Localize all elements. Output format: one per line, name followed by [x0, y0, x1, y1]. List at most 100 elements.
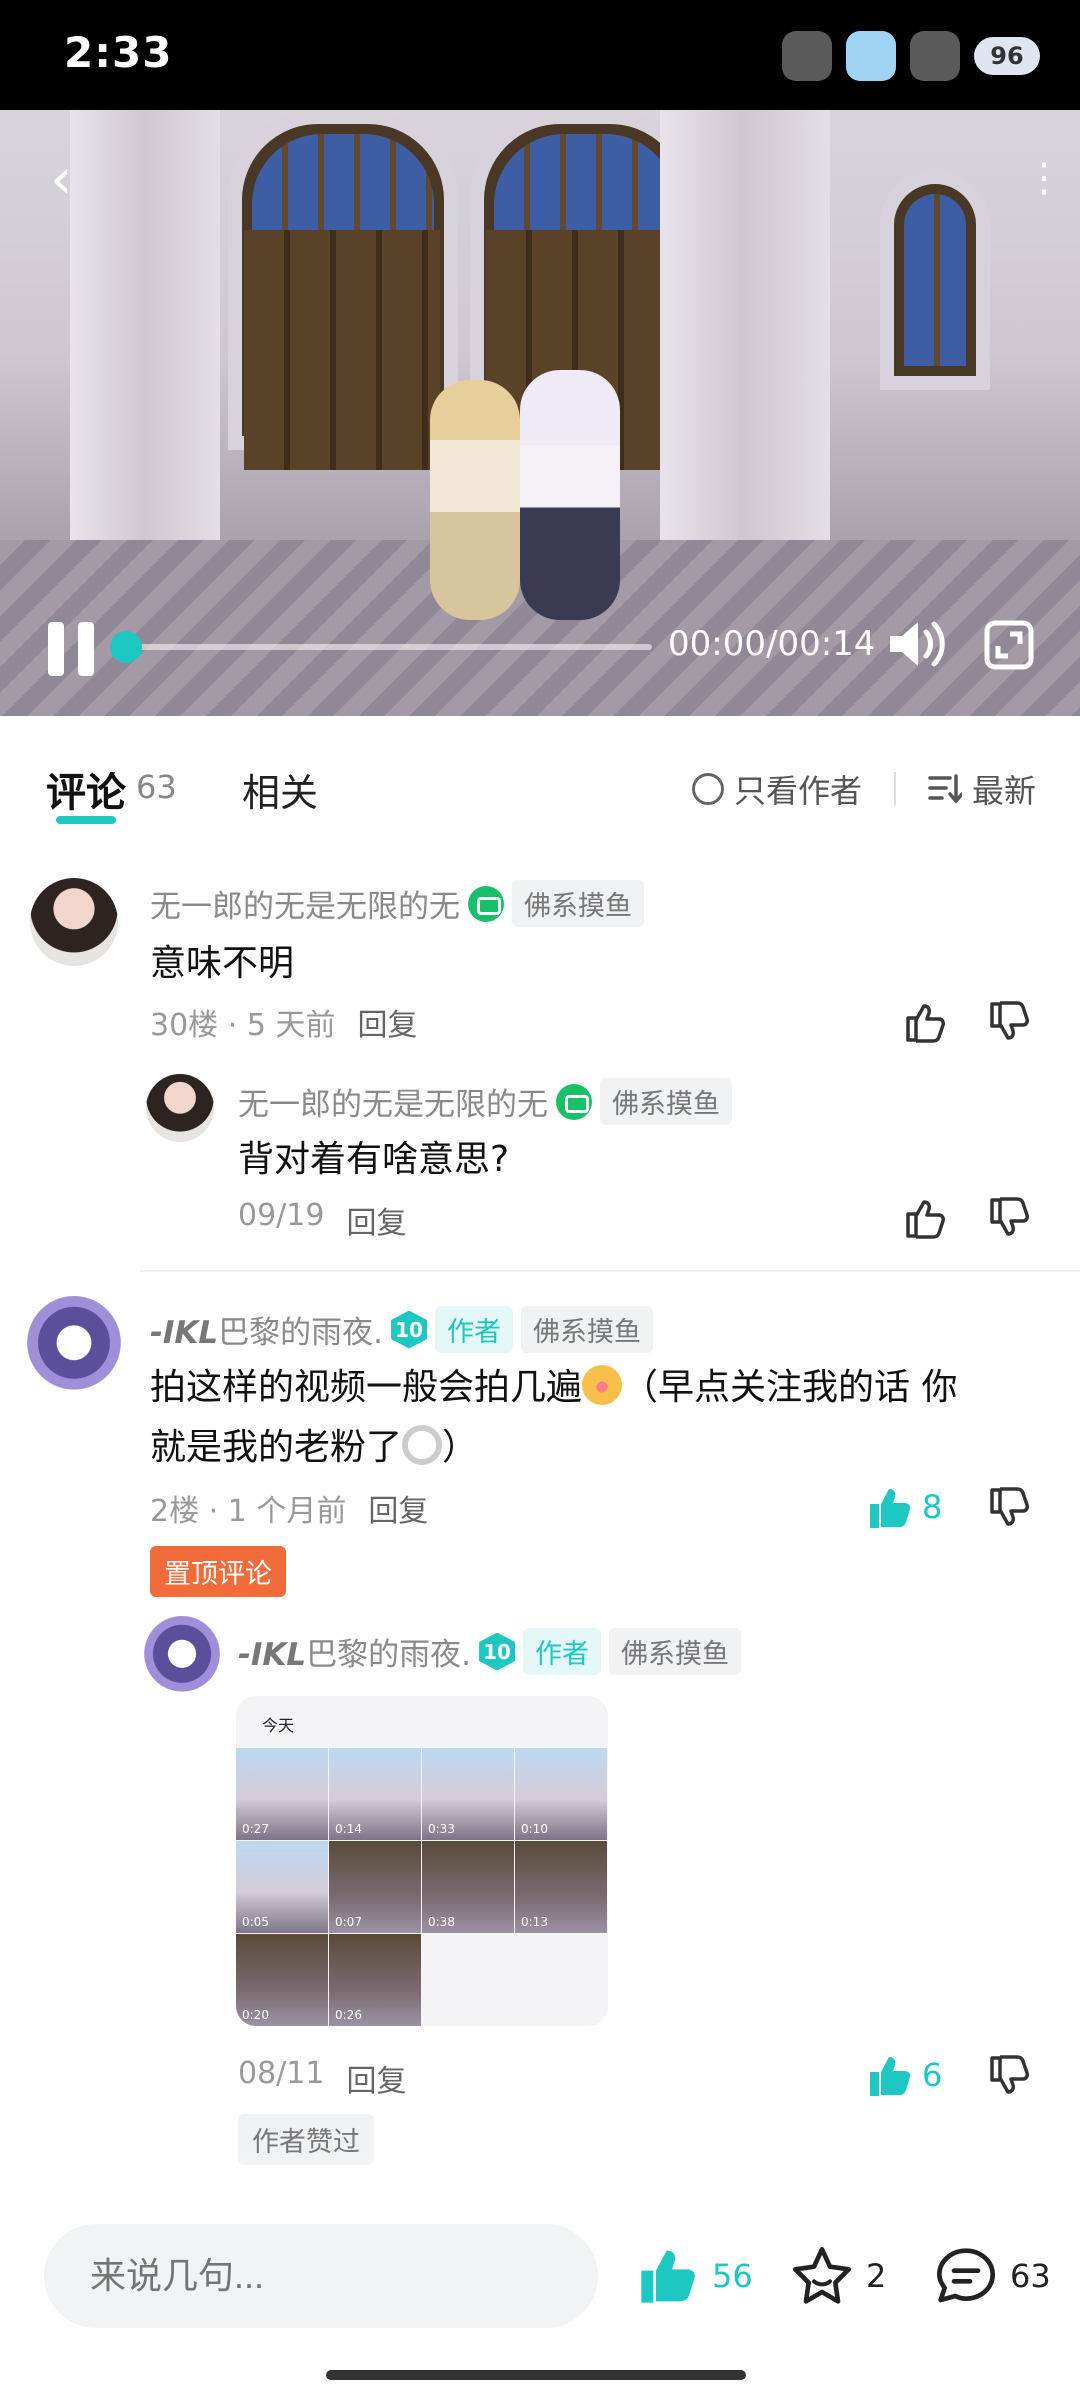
sort-latest-label: 最新 — [972, 772, 1037, 810]
level-badge: 10 — [391, 1310, 428, 1349]
reply-username[interactable]: -IKL巴黎的雨夜. — [238, 1629, 471, 1674]
level-badge: 10 — [479, 1632, 516, 1671]
author-only-label: 只看作者 — [734, 772, 863, 810]
pinned-comment-badge: 置顶评论 — [150, 1546, 286, 1597]
comment-username-row: -IKL巴黎的雨夜. 10 作者 佛系摸鱼 — [150, 1306, 654, 1353]
reply-username[interactable]: 无一郎的无是无限的无 — [238, 1079, 548, 1124]
comment-username[interactable]: 无一郎的无是无限的无 — [150, 881, 460, 926]
reply-button[interactable]: 回复 — [357, 1000, 417, 1044]
reply-meta: 08/11 回复 — [238, 2056, 406, 2100]
thumbnail-cell: 0:10 — [515, 1748, 607, 1840]
avatar[interactable] — [22, 1296, 126, 1400]
comment-floor: 2楼 · 1 个月前 — [150, 1494, 347, 1529]
thumb-up-icon[interactable] — [902, 998, 950, 1046]
thumbnail-cell: 0:38 — [422, 1841, 514, 1933]
thumb-up-filled-icon[interactable] — [866, 1484, 914, 1532]
video-progress-bar[interactable] — [110, 631, 652, 663]
user-tag: 佛系摸鱼 — [521, 1306, 654, 1353]
video-scene-window — [880, 170, 990, 390]
thumb-down-icon[interactable] — [986, 998, 1034, 1046]
thumb-down-icon[interactable] — [986, 1484, 1034, 1532]
wifi-icon — [910, 31, 960, 81]
game-controller-icon — [556, 1083, 592, 1120]
comment-tabs: 评论 63 相关 只看作者 最新 — [0, 716, 1080, 856]
reply-meta: 09/19 回复 — [238, 1198, 406, 1242]
comments-button[interactable]: 63 — [934, 2244, 1051, 2308]
thumbnail-cell: 0:07 — [329, 1841, 421, 1933]
video-player[interactable]: ‹ ⋮ 00:00/00:14 — [0, 110, 1080, 716]
tab-comments[interactable]: 评论 — [46, 760, 126, 818]
status-icons: 96 — [782, 28, 1040, 84]
game-controller-icon — [468, 885, 504, 922]
reply-username-row: -IKL巴黎的雨夜. 10 作者 佛系摸鱼 — [238, 1628, 742, 1675]
reply-button[interactable]: 回复 — [368, 1486, 428, 1530]
bottom-fade — [0, 2156, 1080, 2196]
reply-image-grid: 0:27 0:14 0:33 0:10 0:05 0:07 0:38 0:13 … — [236, 1748, 608, 2026]
fullscreen-icon[interactable] — [984, 620, 1034, 670]
status-bar: 2:33 96 — [0, 0, 1080, 110]
home-indicator[interactable] — [326, 2370, 746, 2380]
video-scene-door — [244, 230, 440, 470]
thumbnail-cell: 0:20 — [236, 1934, 328, 2026]
avatar[interactable] — [30, 878, 118, 966]
like-button[interactable]: 56 — [636, 2244, 753, 2308]
filter-divider — [894, 772, 896, 806]
app-notification-icon — [782, 31, 832, 81]
comment-username-row: 无一郎的无是无限的无 佛系摸鱼 — [150, 880, 644, 927]
video-time-readout: 00:00/00:14 — [668, 624, 876, 664]
like-count: 6 — [922, 2056, 943, 2094]
volume-icon[interactable] — [886, 616, 946, 672]
comment-count: 63 — [1010, 2257, 1051, 2295]
author-tag: 作者 — [523, 1628, 602, 1675]
comment-meta: 2楼 · 1 个月前 回复 — [150, 1486, 428, 1530]
reply-button[interactable]: 回复 — [346, 1198, 406, 1242]
comment-meta: 30楼 · 5 天前 回复 — [150, 1000, 417, 1044]
comment-text[interactable]: 意味不明 — [150, 934, 294, 994]
like-count: 56 — [712, 2257, 753, 2295]
comment-floor: 30楼 · 5 天前 — [150, 1008, 336, 1043]
favorite-button[interactable]: 2 — [790, 2244, 886, 2308]
reply-image[interactable]: 今天 0:27 0:14 0:33 0:10 0:05 0:07 0:38 0:… — [236, 1696, 608, 2026]
avatar[interactable] — [140, 1616, 224, 1700]
video-progress-knob[interactable] — [110, 631, 142, 663]
thumb-up-icon[interactable] — [902, 1194, 950, 1242]
battery-indicator: 96 — [974, 37, 1040, 75]
comment-input[interactable] — [44, 2224, 598, 2328]
tab-active-indicator — [56, 816, 116, 824]
author-tag: 作者 — [435, 1306, 514, 1353]
more-options-icon[interactable]: ⋮ — [1024, 158, 1064, 198]
app-notification-icon — [846, 31, 896, 81]
back-icon[interactable]: ‹ — [50, 150, 90, 210]
pause-button[interactable] — [48, 622, 98, 676]
like-count: 8 — [922, 1488, 943, 1526]
avatar[interactable] — [146, 1074, 214, 1142]
star-icon — [793, 2247, 851, 2304]
comment-divider — [140, 1270, 1080, 1272]
comment-text[interactable]: 拍这样的视频一般会拍几遍 （早点关注我的话 你 就是我的老粉了） — [150, 1358, 1040, 1478]
sort-icon — [928, 774, 962, 804]
reply-image-label: 今天 — [262, 1716, 295, 1735]
reply-date: 09/19 — [238, 1198, 325, 1233]
reply-button[interactable]: 回复 — [346, 2056, 406, 2100]
emoji-icon — [582, 1365, 623, 1405]
emoji-icon — [402, 1425, 443, 1465]
thumbnail-cell: 0:05 — [236, 1841, 328, 1933]
reply-username-row: 无一郎的无是无限的无 佛系摸鱼 — [238, 1078, 732, 1125]
sort-latest-button[interactable]: 最新 — [928, 766, 1036, 812]
user-tag: 佛系摸鱼 — [609, 1628, 742, 1675]
radio-circle-icon — [692, 773, 724, 805]
comment-username[interactable]: -IKL巴黎的雨夜. — [150, 1307, 383, 1352]
comment-bubble-icon — [937, 2248, 995, 2303]
thumb-up-filled-icon[interactable] — [866, 2052, 914, 2100]
thumb-down-icon[interactable] — [986, 1194, 1034, 1242]
thumbnail-cell: 0:27 — [236, 1748, 328, 1840]
thumbnail-cell: 0:13 — [515, 1841, 607, 1933]
thumbnail-cell: 0:14 — [329, 1748, 421, 1840]
user-tag: 佛系摸鱼 — [600, 1078, 732, 1125]
reply-text[interactable]: 背对着有啥意思? — [238, 1130, 509, 1190]
user-tag: 佛系摸鱼 — [512, 880, 644, 927]
thumb-down-icon[interactable] — [986, 2052, 1034, 2100]
author-only-filter[interactable]: 只看作者 — [692, 766, 862, 812]
reply-date: 08/11 — [238, 2056, 325, 2091]
tab-related[interactable]: 相关 — [242, 762, 318, 817]
